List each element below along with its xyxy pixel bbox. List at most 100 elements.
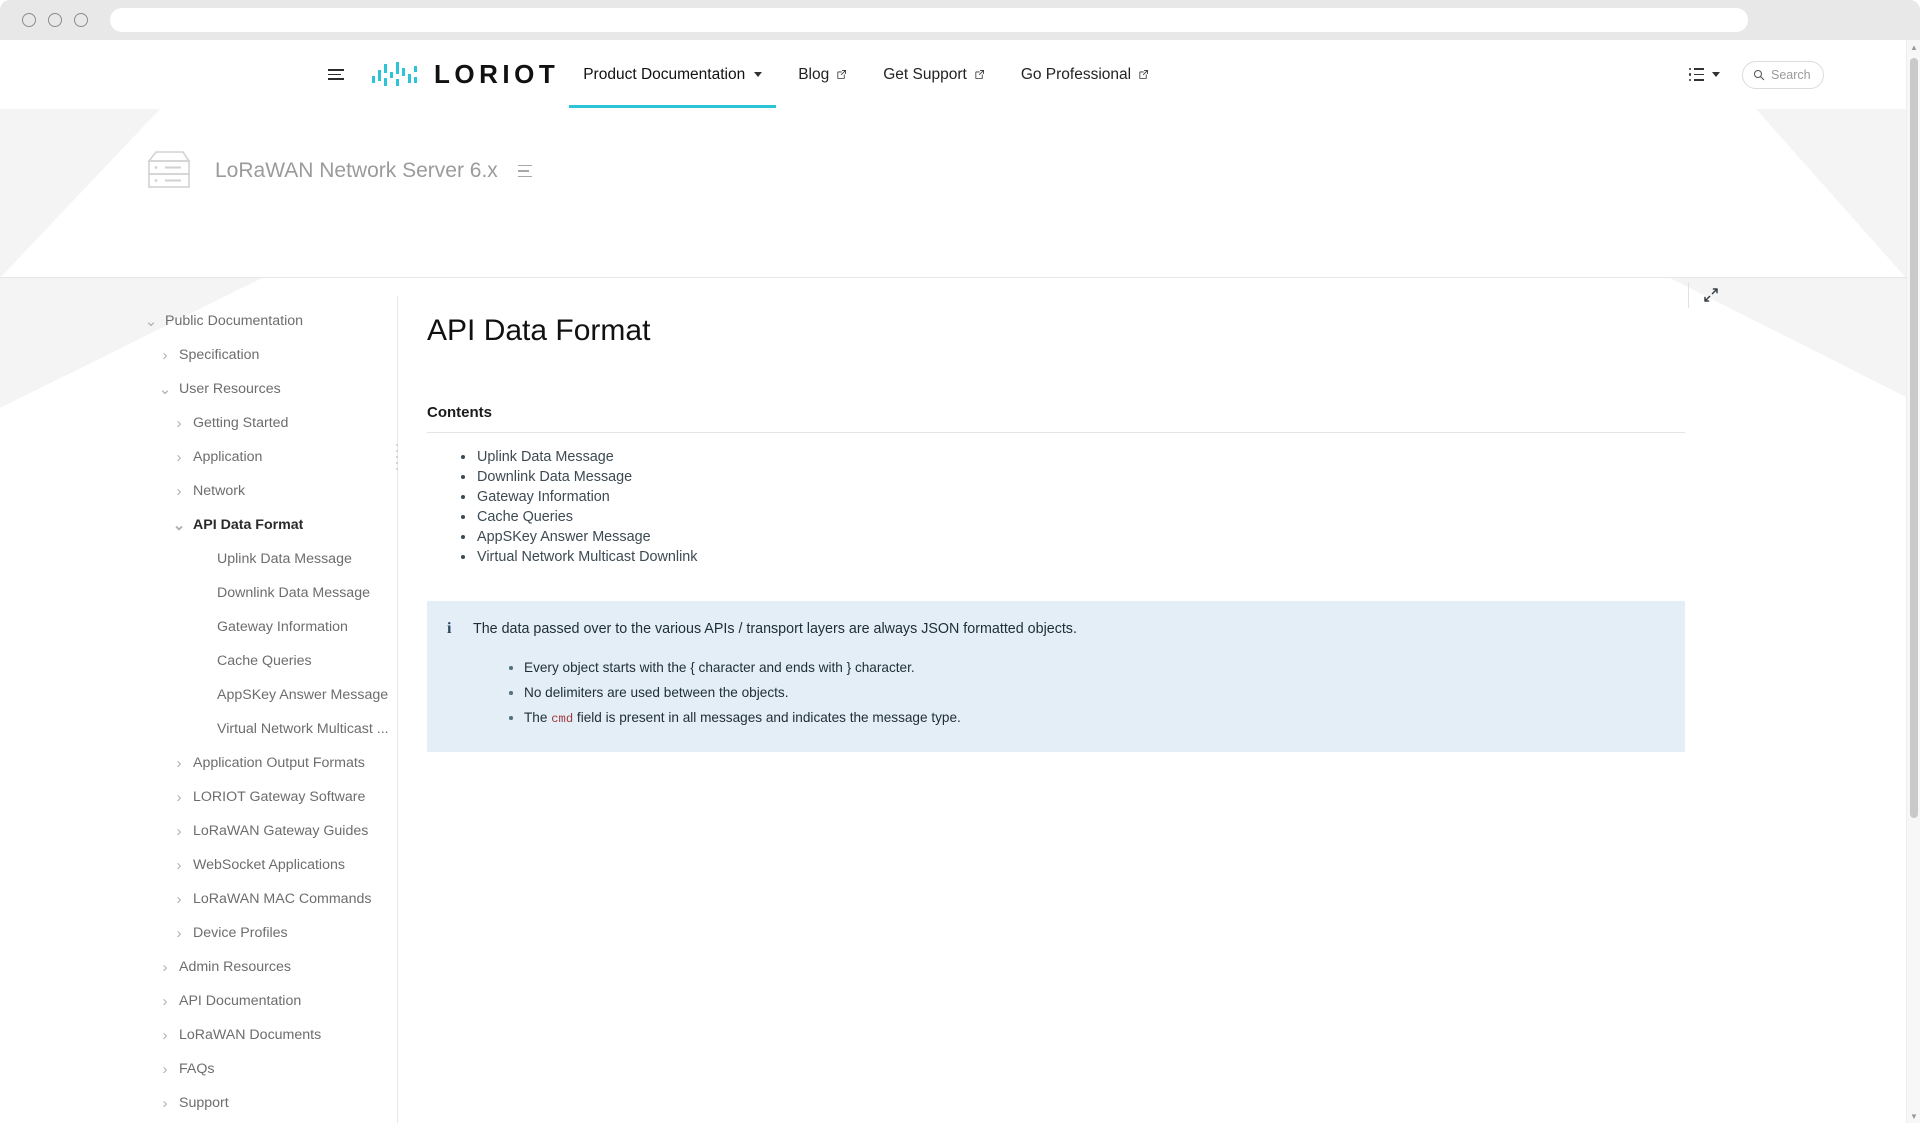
minimize-window-button[interactable] [48, 13, 62, 27]
chevron-right-icon[interactable]: › [171, 755, 187, 772]
page-scrollbar[interactable]: ▲ ▼ [1906, 40, 1920, 1123]
nav-label-blog: Blog [798, 65, 830, 83]
close-window-button[interactable] [22, 13, 36, 27]
sidebar-item-cache-queries[interactable]: ›Cache Queries [143, 644, 397, 678]
info-callout-bullets: Every object starts with the { character… [509, 655, 1665, 732]
chevron-down-icon[interactable]: ⌄ [171, 518, 187, 533]
document-title: API Data Format [427, 314, 651, 347]
loriot-logo-mark-icon [372, 58, 424, 92]
nav-item-get-support[interactable]: Get Support [883, 42, 985, 108]
sidebar-item-label: LoRaWAN MAC Commands [193, 891, 372, 907]
chevron-right-icon[interactable]: › [171, 857, 187, 874]
sidebar-item-uplink-data-message[interactable]: ›Uplink Data Message [143, 542, 397, 576]
toolbar-divider [1688, 282, 1689, 308]
chevron-right-icon[interactable]: › [171, 925, 187, 942]
documentation-sidebar[interactable]: ⌄ Public Documentation › Specification ⌄ User… [143, 296, 398, 1123]
contents-link[interactable]: Uplink Data Message [461, 447, 1719, 467]
sidebar-item-label: Application Output Formats [193, 755, 365, 771]
search-input[interactable]: Search [1771, 68, 1811, 82]
chevron-right-icon[interactable]: › [157, 1061, 173, 1078]
contents-link-list: Uplink Data Message Downlink Data Message… [461, 447, 1719, 567]
sidebar-item-application-output-formats[interactable]: › Application Output Formats [143, 746, 397, 780]
info-callout: i The data passed over to the various AP… [427, 601, 1685, 752]
sidebar-item-admin-resources[interactable]: › Admin Resources [143, 950, 397, 984]
contents-link[interactable]: Virtual Network Multicast Downlink [461, 547, 1719, 567]
chevron-right-icon[interactable]: › [157, 959, 173, 976]
nav-item-go-professional[interactable]: Go Professional [1021, 42, 1149, 108]
sidebar-item-gateway-information[interactable]: ›Gateway Information [143, 610, 397, 644]
maximize-window-button[interactable] [74, 13, 88, 27]
contents-link[interactable]: Gateway Information [461, 487, 1719, 507]
browser-chrome [0, 0, 1920, 40]
info-bullet: The cmd field is present in all messages… [509, 705, 1665, 732]
contents-link[interactable]: Downlink Data Message [461, 467, 1719, 487]
expand-fullscreen-icon[interactable] [1703, 287, 1719, 303]
chevron-right-icon[interactable]: › [157, 1027, 173, 1044]
nav-item-product-documentation[interactable]: Product Documentation [569, 42, 777, 108]
sidebar-item-label: API Data Format [193, 517, 304, 533]
window-controls[interactable] [22, 13, 88, 27]
external-link-icon [837, 70, 847, 79]
contents-link[interactable]: AppSKey Answer Message [461, 527, 1719, 547]
sidebar-item-label: LORIOT Gateway Software [193, 789, 366, 805]
chevron-right-icon[interactable]: › [157, 1095, 173, 1112]
loriot-logo-text: LORIOT [434, 59, 560, 89]
hero-banner: LoRaWAN Network Server 6.x [0, 109, 1906, 278]
menu-hamburger-icon[interactable] [328, 66, 346, 84]
scroll-down-arrow-icon[interactable]: ▼ [1907, 1109, 1920, 1123]
sidebar-item-label: Downlink Data Message [217, 585, 370, 601]
chevron-down-icon[interactable]: ⌄ [157, 382, 173, 397]
nav-label-product-documentation: Product Documentation [583, 65, 746, 83]
search-icon [1753, 69, 1765, 80]
chevron-right-icon[interactable]: › [171, 789, 187, 806]
sidebar-item-loriot-gateway-software[interactable]: › LORIOT Gateway Software [143, 780, 397, 814]
nav-label-get-support: Get Support [883, 65, 967, 83]
nav-item-blog[interactable]: Blog [798, 42, 847, 108]
chevron-right-icon[interactable]: › [171, 415, 187, 432]
info-bullet-text: field is present in all messages and ind… [573, 710, 961, 725]
contents-link[interactable]: Cache Queries [461, 507, 1719, 527]
list-view-toggle-button[interactable] [1689, 68, 1720, 81]
info-icon: i [447, 620, 452, 637]
chevron-down-icon[interactable]: ⌄ [143, 314, 159, 329]
sidebar-item-specification[interactable]: › Specification [143, 338, 397, 372]
loriot-logo[interactable]: LORIOT [372, 58, 559, 92]
sidebar-item-faqs[interactable]: › FAQs [143, 1052, 397, 1086]
chevron-right-icon[interactable]: › [171, 449, 187, 466]
sidebar-item-appskey-answer-message[interactable]: ›AppSKey Answer Message [143, 678, 397, 712]
main-content: API Data Format Contents Uplink Data Mes… [399, 282, 1719, 752]
scrollbar-thumb[interactable] [1910, 58, 1918, 818]
sidebar-item-user-resources[interactable]: ⌄ User Resources [143, 372, 397, 406]
sidebar-item-label: Virtual Network Multicast ... [217, 721, 389, 737]
sidebar-item-label: Uplink Data Message [217, 551, 352, 567]
sidebar-item-lorawan-mac-commands[interactable]: › LoRaWAN MAC Commands [143, 882, 397, 916]
chevron-right-icon[interactable]: › [171, 891, 187, 908]
chevron-right-icon[interactable]: › [171, 823, 187, 840]
chevron-down-icon [754, 72, 763, 77]
external-link-icon [1139, 70, 1149, 79]
hero-menu-icon[interactable] [517, 164, 533, 178]
sidebar-item-lorawan-gateway-guides[interactable]: › LoRaWAN Gateway Guides [143, 814, 397, 848]
sidebar-item-support[interactable]: › Support [143, 1086, 397, 1120]
sidebar-item-api-documentation[interactable]: › API Documentation [143, 984, 397, 1018]
sidebar-item-device-profiles[interactable]: › Device Profiles [143, 916, 397, 950]
sidebar-item-label: Gateway Information [217, 619, 348, 635]
sidebar-item-lorawan-documents[interactable]: › LoRaWAN Documents [143, 1018, 397, 1052]
sidebar-item-virtual-network-multicast[interactable]: ›Virtual Network Multicast ... [143, 712, 397, 746]
sidebar-item-getting-started[interactable]: › Getting Started [143, 406, 397, 440]
hero-decoration-right [1756, 109, 1906, 278]
sidebar-item-api-data-format[interactable]: ⌄ API Data Format [143, 508, 397, 542]
url-input[interactable] [110, 8, 1748, 32]
sidebar-item-downlink-data-message[interactable]: ›Downlink Data Message [143, 576, 397, 610]
search-box[interactable]: Search [1742, 60, 1824, 89]
chevron-right-icon[interactable]: › [157, 347, 173, 364]
chevron-right-icon[interactable]: › [157, 993, 173, 1010]
sidebar-item-websocket-applications[interactable]: › WebSocket Applications [143, 848, 397, 882]
sidebar-item-application[interactable]: › Application [143, 440, 397, 474]
info-callout-lead: The data passed over to the various APIs… [473, 621, 1077, 637]
sidebar-item-public-documentation[interactable]: ⌄ Public Documentation [143, 304, 397, 338]
sidebar-item-network[interactable]: › Network [143, 474, 397, 508]
chevron-right-icon[interactable]: › [171, 483, 187, 500]
content-toolbar [1688, 282, 1719, 308]
scroll-up-arrow-icon[interactable]: ▲ [1907, 40, 1920, 54]
